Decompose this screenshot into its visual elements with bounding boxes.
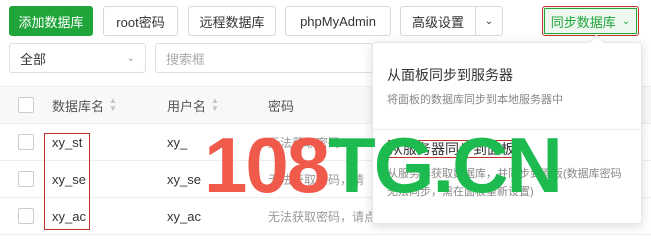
row-checkbox[interactable] [18,134,34,150]
chevron-down-icon: ⌄ [126,52,135,64]
header-username[interactable]: 用户名 ▲ ▼ [167,87,219,123]
toolbar: 添加数据库 root密码 远程数据库 phpMyAdmin 高级设置 ⌄ 同步数… [0,6,651,36]
db-username: xy_ac [167,208,201,224]
category-select-value: 全部 [20,51,47,67]
db-username: xy_se [167,171,201,187]
chevron-down-icon: ⌄ [484,15,494,27]
watermark-logo: 108TG.CN [204,120,563,210]
remote-database-button[interactable]: 远程数据库 [188,6,276,36]
db-username: xy_ [167,134,188,150]
menu-item-panel-to-server[interactable]: 从面板同步到服务器 将面板的数据库同步到本地服务器中 [387,65,631,109]
db-name-highlight-box [44,133,90,230]
add-database-button[interactable]: 添加数据库 [9,6,93,36]
advanced-settings-button[interactable]: 高级设置 [400,6,476,36]
header-password: 密码 [268,98,295,114]
watermark-part1: 108 [204,121,330,209]
root-password-button[interactable]: root密码 [103,6,178,36]
search-placeholder: 搜索框 [166,51,206,67]
chevron-down-icon: ⌄ [621,15,631,27]
sort-icon: ▲ ▼ [109,96,117,113]
menu-item-desc: 将面板的数据库同步到本地服务器中 [387,94,563,106]
search-input[interactable]: 搜索框 [155,43,373,73]
row-checkbox[interactable] [18,208,34,224]
category-select[interactable]: 全部 ⌄ [9,43,146,73]
sync-database-button[interactable]: 同步数据库 ⌄ [542,6,639,36]
advanced-settings-dropdown-toggle[interactable]: ⌄ [475,6,503,36]
watermark-part2: TG.CN [328,121,563,209]
dropdown-arrow [588,34,605,51]
sync-database-label: 同步数据库 [550,14,616,30]
header-db-name[interactable]: 数据库名 ▲ ▼ [52,87,117,123]
sort-icon: ▲ ▼ [211,96,219,113]
phpmyadmin-button[interactable]: phpMyAdmin [285,6,391,36]
row-checkbox[interactable] [18,171,34,187]
select-all-checkbox[interactable] [18,97,34,113]
menu-item-title: 从面板同步到服务器 [387,67,513,83]
